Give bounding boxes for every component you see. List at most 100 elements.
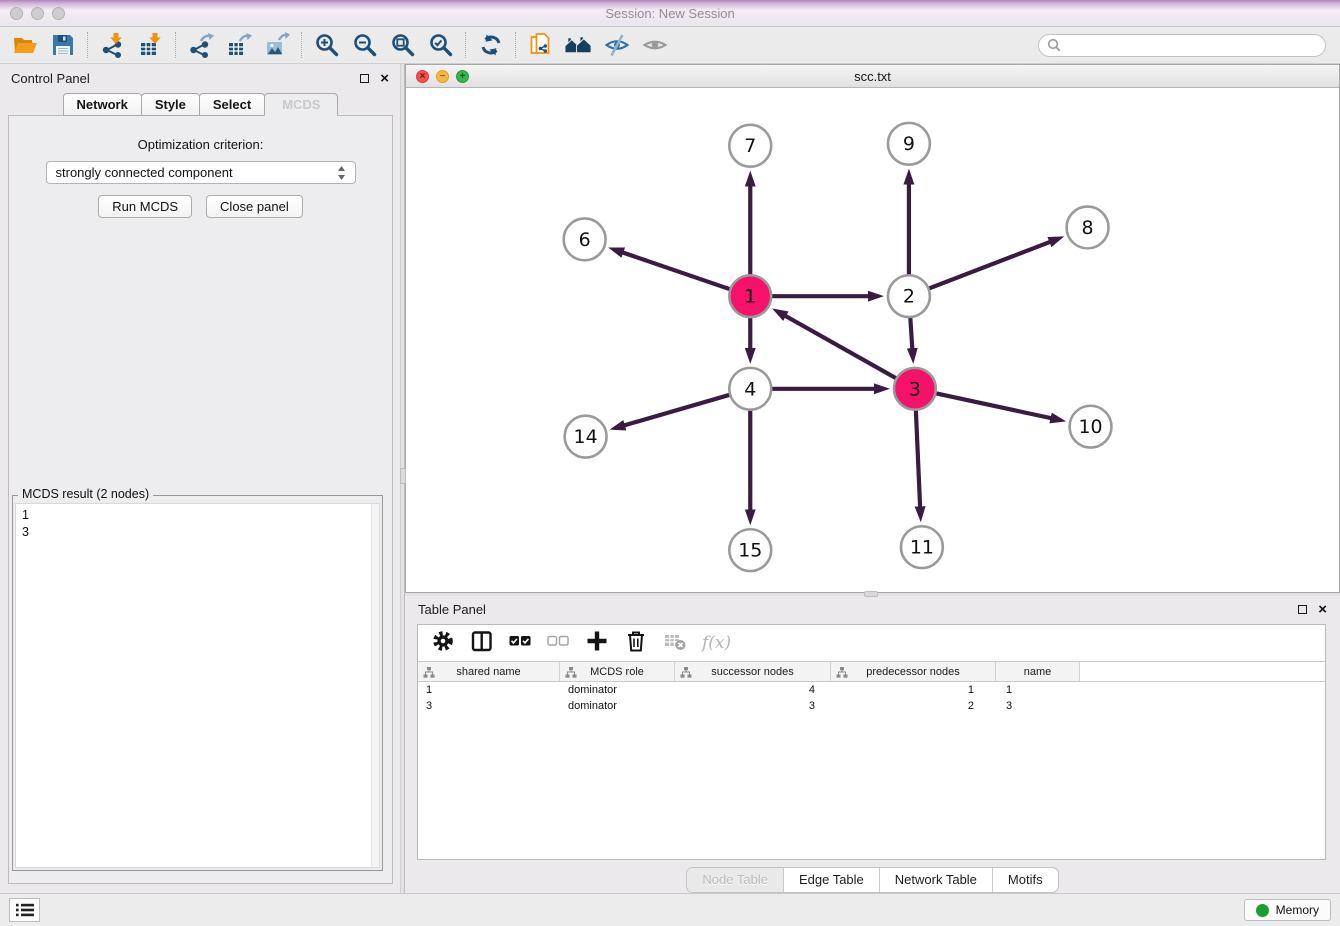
zoom-in-button[interactable]: [312, 31, 341, 60]
show-graphics-details-button[interactable]: [640, 31, 669, 60]
net-minimize-button[interactable]: −: [436, 70, 449, 83]
go-home-button[interactable]: [564, 31, 593, 60]
float-window-icon[interactable]: [1298, 605, 1307, 614]
tab-node-table[interactable]: Node Table: [687, 868, 784, 892]
search-box[interactable]: [1038, 34, 1326, 57]
column-header-successor-nodes[interactable]: successor nodes: [675, 662, 831, 681]
net-close-button[interactable]: ×: [416, 70, 429, 83]
node-label-3: 3: [909, 378, 921, 400]
table-row[interactable]: 1dominator411: [418, 682, 1325, 698]
node-label-15: 15: [738, 540, 762, 562]
window-close-button[interactable]: [10, 7, 23, 20]
cell[interactable]: 3: [418, 700, 560, 712]
cell[interactable]: 1: [418, 684, 560, 696]
clone-network-button[interactable]: [526, 31, 555, 60]
hierarchy-icon: [680, 667, 692, 678]
deselect-all-button[interactable]: [547, 629, 570, 658]
cell[interactable]: 2: [831, 700, 996, 712]
column-header-predecessor-nodes[interactable]: predecessor nodes: [831, 662, 996, 681]
optimization-criterion-select[interactable]: strongly connected component: [46, 161, 356, 184]
cell[interactable]: 1: [831, 684, 996, 696]
close-icon[interactable]: ×: [1318, 605, 1327, 615]
zoom-fit-button[interactable]: [388, 31, 417, 60]
zoom-out-button[interactable]: [350, 31, 379, 60]
tab-network-table[interactable]: Network Table: [880, 868, 993, 892]
column-header-shared-name[interactable]: shared name: [418, 662, 560, 681]
delete-table-button[interactable]: [663, 629, 687, 658]
function-builder-button[interactable]: f(x): [702, 633, 731, 653]
node-label-11: 11: [910, 537, 934, 559]
table-settings-button[interactable]: [431, 629, 455, 658]
toolbar-separator: [515, 32, 516, 58]
hierarchy-icon: [836, 667, 848, 678]
cell[interactable]: 1: [996, 684, 1080, 696]
tab-network[interactable]: Network: [63, 93, 142, 116]
add-row-button[interactable]: [585, 629, 609, 658]
net-zoom-button[interactable]: +: [456, 70, 469, 83]
checked-boxes-icon: [509, 629, 532, 653]
edge-3-1[interactable]: [785, 316, 915, 389]
export-image-button[interactable]: [262, 31, 291, 60]
mcds-result-textarea[interactable]: 1 3: [15, 503, 380, 868]
node-label-14: 14: [574, 426, 598, 448]
column-header-name[interactable]: name: [996, 662, 1080, 681]
tab-edge-table[interactable]: Edge Table: [784, 868, 880, 892]
import-table-button[interactable]: [136, 31, 165, 60]
toolbar-separator: [301, 32, 302, 58]
scrollbar[interactable]: [371, 504, 379, 867]
cytoscape-app: Session: New Session: [0, 0, 1340, 926]
tab-motifs[interactable]: Motifs: [993, 868, 1058, 892]
network-graph[interactable]: 7968124314101511: [406, 88, 1339, 592]
main-area: Control Panel × NetworkStyleSelectMCDS O…: [0, 64, 1340, 893]
window-minimize-button[interactable]: [31, 7, 44, 20]
mcds-result-text: 1 3: [16, 504, 379, 544]
home-icon: [564, 32, 593, 58]
cell[interactable]: dominator: [560, 684, 675, 696]
close-panel-button[interactable]: Close panel: [206, 195, 303, 218]
run-mcds-button[interactable]: Run MCDS: [98, 195, 192, 218]
column-header-mcds-role[interactable]: MCDS role: [560, 662, 675, 681]
select-all-button[interactable]: [509, 629, 532, 658]
network-window-titlebar[interactable]: × − + scc.txt: [406, 65, 1339, 88]
node-label-4: 4: [744, 378, 756, 400]
cell[interactable]: 3: [996, 700, 1080, 712]
cell[interactable]: 4: [675, 684, 831, 696]
table-panel-title: Table Panel: [418, 602, 486, 617]
import-network-button[interactable]: [98, 31, 127, 60]
horizontal-splitter[interactable]: [405, 593, 1340, 596]
hide-graphics-details-button[interactable]: [602, 31, 631, 60]
network-canvas[interactable]: 7968124314101511: [406, 88, 1339, 592]
column-visibility-button[interactable]: [470, 629, 494, 658]
delete-row-button[interactable]: [624, 629, 648, 658]
search-input[interactable]: [1066, 38, 1317, 52]
float-window-icon[interactable]: [360, 74, 369, 83]
zoom-out-icon: [352, 32, 378, 58]
window-zoom-button[interactable]: [52, 7, 65, 20]
plus-icon: [585, 629, 609, 653]
columns-icon: [470, 629, 494, 653]
tab-select[interactable]: Select: [199, 93, 265, 116]
table-row[interactable]: 3dominator323: [418, 698, 1325, 714]
tab-style[interactable]: Style: [141, 93, 200, 116]
memory-button[interactable]: Memory: [1244, 899, 1331, 921]
table-tabs-bar: Node TableEdge TableNetwork TableMotifs: [405, 867, 1340, 893]
right-area: × − + scc.txt 79681243141015: [405, 64, 1340, 893]
vertical-splitter[interactable]: [400, 64, 405, 893]
export-network-button[interactable]: [186, 31, 215, 60]
toolbar-separator: [87, 32, 88, 58]
save-session-button[interactable]: [48, 31, 77, 60]
memory-label: Memory: [1276, 903, 1319, 917]
mcds-result-title: MCDS result (2 nodes): [18, 487, 153, 501]
export-table-button[interactable]: [224, 31, 253, 60]
open-session-button[interactable]: [10, 31, 39, 60]
cell[interactable]: dominator: [560, 700, 675, 712]
task-history-button[interactable]: [9, 898, 40, 922]
cell[interactable]: 3: [675, 700, 831, 712]
tab-mcds[interactable]: MCDS: [264, 93, 338, 116]
splitter-handle[interactable]: [864, 591, 878, 597]
refresh-network-button[interactable]: [476, 31, 505, 60]
zoom-selected-button[interactable]: [426, 31, 455, 60]
close-icon[interactable]: ×: [380, 74, 389, 84]
hierarchy-icon: [565, 667, 577, 678]
edge-2-8[interactable]: [909, 242, 1050, 296]
